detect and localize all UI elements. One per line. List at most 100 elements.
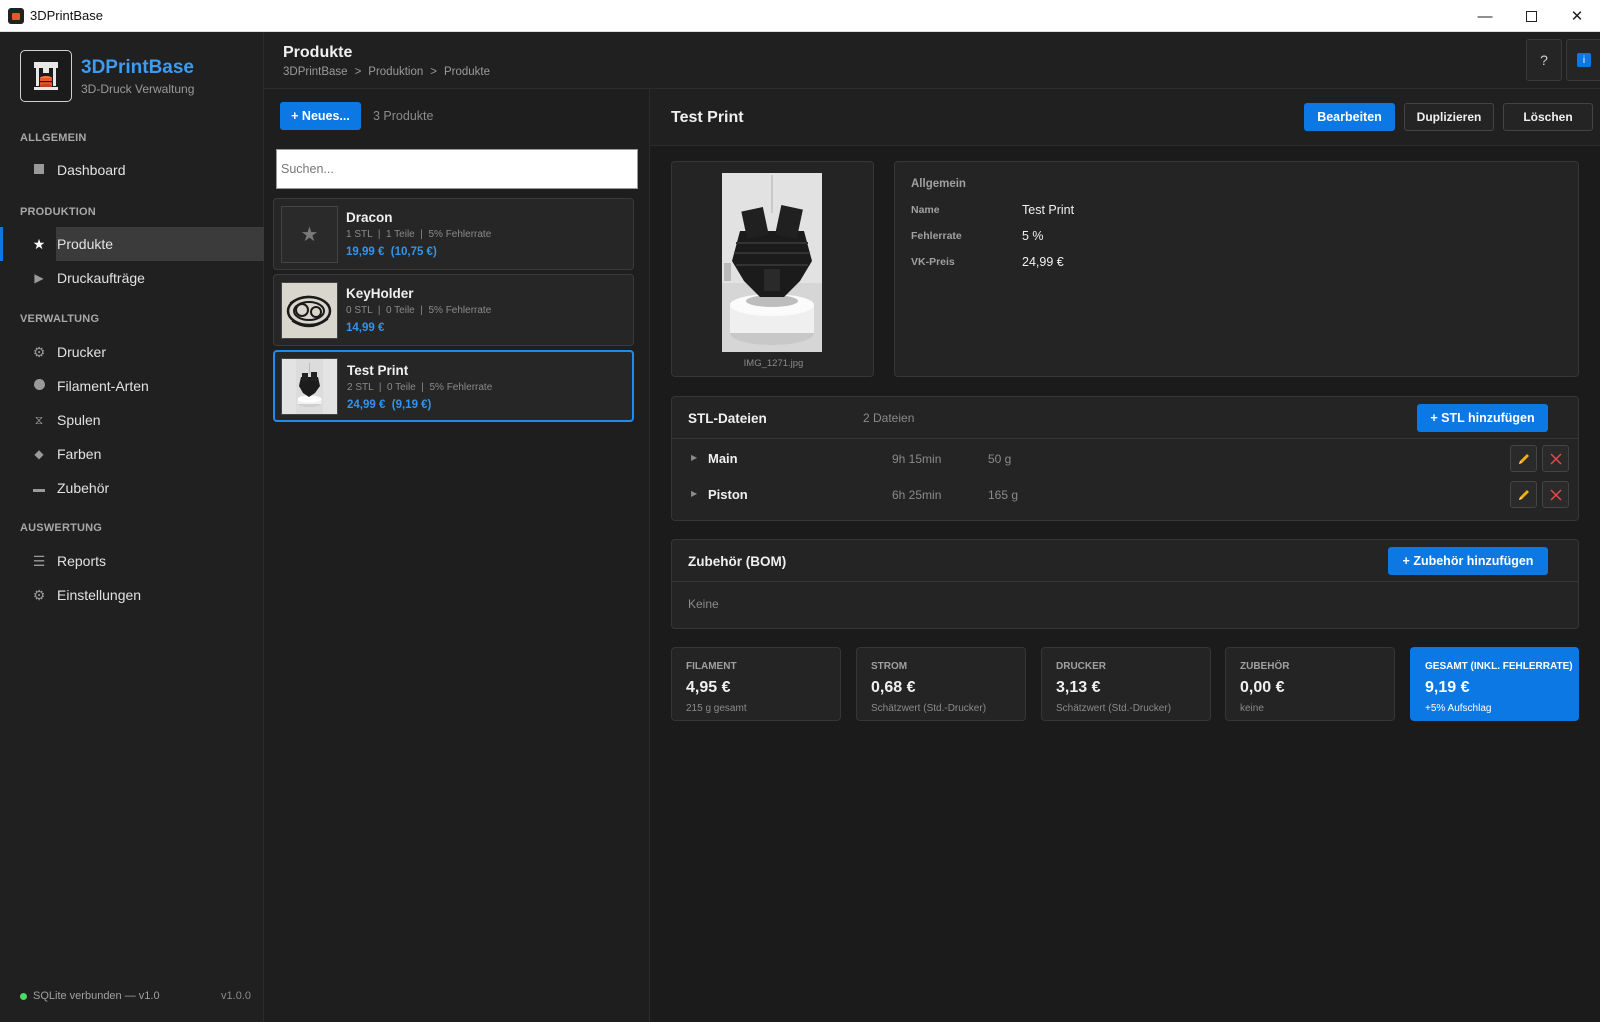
sidebar-item-druckauftraege[interactable]: ▶ Druckaufträge [0, 261, 264, 295]
stl-name: Main [708, 451, 738, 466]
image-filename: IMG_1271.jpg [743, 358, 804, 369]
stl-count: 2 Dateien [863, 411, 915, 425]
gear-icon: ⚙ [32, 343, 46, 360]
breadcrumb-item[interactable]: Produktion [368, 66, 423, 78]
stl-row[interactable]: ▶ Main 9h 15min 50 g [672, 441, 1578, 477]
square-icon [31, 163, 47, 177]
cost-card-total: GESAMT (INKL. FEHLERRATE) 9,19 € +5% Auf… [1410, 647, 1579, 721]
sidebar-item-label: Dashboard [57, 162, 126, 178]
sidebar-item-farben[interactable]: ◆ Farben [0, 437, 264, 471]
info-icon: i [1577, 53, 1591, 67]
cost-card-zubehoer: ZUBEHÖR 0,00 € keine [1225, 647, 1395, 721]
sidebar-item-label: Farben [57, 446, 102, 462]
section-title: STL-Dateien [688, 411, 767, 426]
diamond-icon: ◆ [34, 447, 44, 461]
duplicate-button[interactable]: Duplizieren [1404, 103, 1494, 131]
cost-label: FILAMENT [686, 661, 737, 672]
product-image-card: IMG_1271.jpg [671, 161, 874, 377]
app-version: v1.0.0 [221, 990, 251, 1002]
sidebar-item-zubehoer[interactable]: Zubehör [0, 471, 264, 505]
edit-stl-button[interactable] [1510, 481, 1537, 508]
stl-name: Piston [708, 487, 748, 502]
cost-value: 3,13 € [1056, 679, 1101, 696]
hourglass-icon: ⧖ [34, 412, 44, 427]
stl-files-card: STL-Dateien 2 Dateien + STL hinzufügen ▶… [671, 396, 1579, 521]
delete-stl-button[interactable] [1542, 445, 1569, 472]
sidebar-item-reports[interactable]: ☰ Reports [0, 544, 264, 578]
stl-row[interactable]: ▶ Piston 6h 25min 165 g [672, 477, 1578, 513]
expand-caret-icon[interactable]: ▶ [691, 453, 697, 462]
stl-weight: 50 g [988, 452, 1012, 466]
product-list-panel: + Neues... 3 Produkte ★ Dracon 1 STL | 1… [264, 89, 650, 1022]
close-window-button[interactable]: ✕ [1554, 0, 1600, 32]
product-card-test-print[interactable]: Test Print 2 STL | 0 Teile | 5% Fehlerra… [273, 350, 634, 422]
sidebar-item-einstellungen[interactable]: ⚙ Einstellungen [0, 578, 264, 612]
product-name: Test Print [347, 363, 409, 378]
breadcrumb-sep: > [354, 66, 362, 78]
product-meta: 2 STL | 0 Teile | 5% Fehlerrate [347, 382, 493, 393]
brand-subtitle: 3D-Druck Verwaltung [81, 81, 195, 96]
sidebar-item-label: Filament-Arten [57, 378, 149, 394]
field-value-price: 24,99 € [1022, 255, 1064, 269]
sidebar-item-spulen[interactable]: ⧖ Spulen [0, 403, 264, 437]
delete-button[interactable]: Löschen [1503, 103, 1593, 131]
product-card-dracon[interactable]: ★ Dracon 1 STL | 1 Teile | 5% Fehlerrate… [273, 198, 634, 270]
sidebar: 3DPrintBase 3D-Druck Verwaltung ALLGEMEI… [0, 32, 264, 1022]
bom-card: Zubehör (BOM) + Zubehör hinzufügen Keine [671, 539, 1579, 629]
product-price: 19,99 € (10,75 €) [346, 246, 437, 258]
cost-value: 9,19 € [1425, 679, 1470, 696]
add-stl-button[interactable]: + STL hinzufügen [1417, 404, 1548, 432]
star-icon: ★ [300, 224, 319, 246]
window-titlebar: 3DPrintBase — ✕ [0, 0, 1600, 32]
list-icon: ☰ [32, 552, 46, 569]
breadcrumb-sep: > [430, 66, 437, 78]
page-header: Produkte 3DPrintBase > Produktion > Produkte… [264, 32, 1600, 89]
nav-section-auswertung: AUSWERTUNG [20, 522, 103, 534]
brand-logo-icon [20, 50, 72, 102]
product-count: 3 Produkte [373, 109, 434, 123]
brand: 3DPrintBase 3D-Druck Verwaltung [20, 50, 194, 102]
help-button[interactable]: ? [1526, 39, 1562, 81]
section-title: Allgemein [911, 178, 966, 190]
cost-card-strom: STROM 0,68 € Schätzwert (Std.-Drucker) [856, 647, 1026, 721]
close-icon [1549, 452, 1562, 465]
sidebar-item-produkte[interactable]: ★ Produkte [0, 227, 264, 261]
new-product-button[interactable]: + Neues... [280, 102, 361, 130]
general-info-card: Allgemein Name Test Print Fehlerrate 5 %… [894, 161, 1579, 377]
bom-empty-text: Keine [688, 597, 719, 611]
maximize-button[interactable] [1508, 0, 1554, 32]
cost-sub: 215 g gesamt [686, 703, 747, 714]
sidebar-item-dashboard[interactable]: Dashboard [0, 153, 264, 187]
product-meta: 0 STL | 0 Teile | 5% Fehlerrate [346, 305, 492, 316]
product-price: 14,99 € [346, 322, 385, 334]
edit-button[interactable]: Bearbeiten [1304, 103, 1395, 131]
cost-sub: keine [1240, 703, 1264, 714]
product-photo[interactable] [722, 173, 822, 352]
add-accessory-button[interactable]: + Zubehör hinzufügen [1388, 547, 1548, 575]
product-thumbnail [281, 358, 338, 415]
breadcrumb-item: Produkte [443, 66, 491, 78]
cost-label: GESAMT (INKL. FEHLERRATE) [1425, 661, 1573, 672]
cost-value: 0,68 € [871, 679, 916, 696]
breadcrumb-item[interactable]: 3DPrintBase [283, 66, 348, 78]
info-button[interactable]: i [1566, 39, 1600, 81]
sidebar-item-drucker[interactable]: ⚙ Drucker [0, 335, 264, 369]
sidebar-item-filament-arten[interactable]: Filament-Arten [0, 369, 264, 403]
cost-card-filament: FILAMENT 4,95 € 215 g gesamt [671, 647, 841, 721]
pencil-icon [1518, 489, 1529, 500]
delete-stl-button[interactable] [1542, 481, 1569, 508]
minimize-button[interactable]: — [1462, 0, 1508, 32]
sidebar-item-label: Einstellungen [57, 587, 142, 603]
product-card-keyholder[interactable]: KeyHolder 0 STL | 0 Teile | 5% Fehlerrat… [273, 274, 634, 346]
product-name: KeyHolder [346, 286, 414, 301]
product-detail-panel: Test Print Bearbeiten Duplizieren Lösche… [650, 89, 1600, 1022]
play-icon: ▶ [34, 271, 44, 285]
edit-stl-button[interactable] [1510, 445, 1537, 472]
search-input[interactable] [276, 149, 638, 189]
pencil-icon [1518, 453, 1529, 464]
app-icon [8, 7, 24, 24]
sidebar-item-label: Produkte [57, 236, 114, 252]
field-label: Name [911, 204, 940, 216]
page-title: Produkte [283, 44, 353, 61]
expand-caret-icon[interactable]: ▶ [691, 489, 697, 498]
